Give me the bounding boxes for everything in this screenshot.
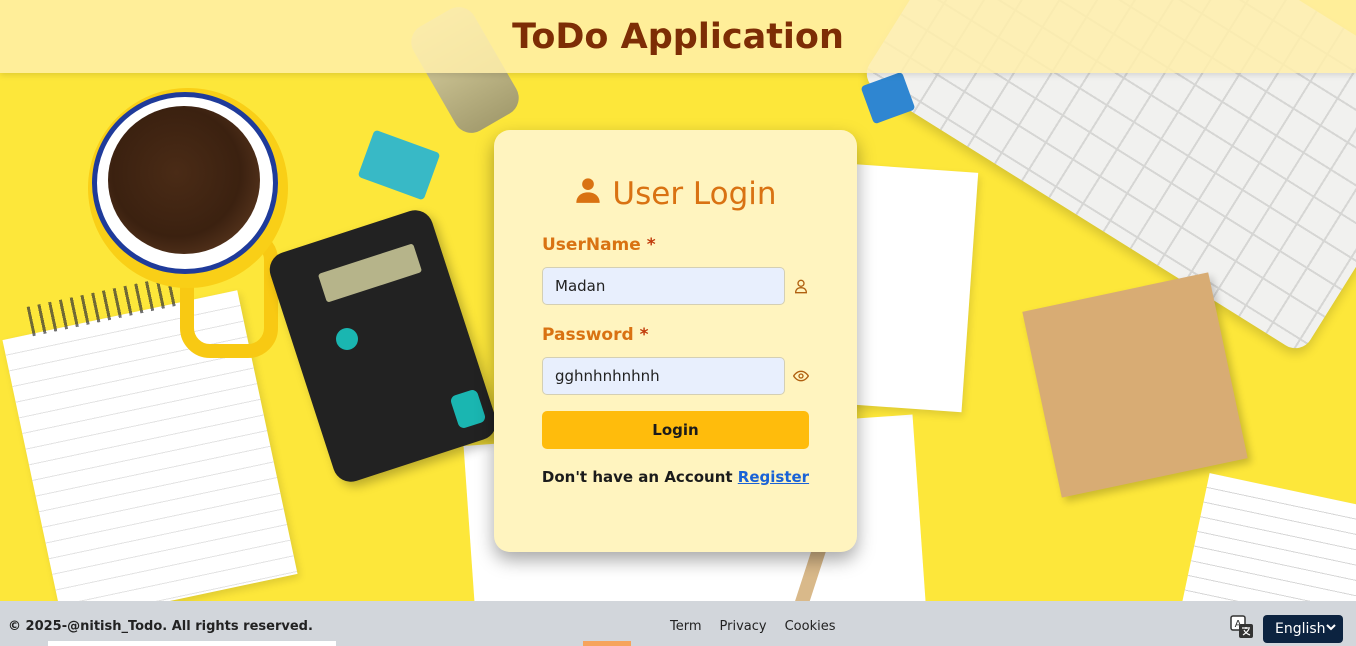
binder-clip-image <box>357 129 441 201</box>
calculator-on-key-image <box>336 328 358 350</box>
login-button[interactable]: Login <box>542 411 809 449</box>
language-select-value: English <box>1275 621 1326 637</box>
password-input[interactable] <box>542 357 785 395</box>
calculator-image <box>265 205 501 487</box>
footer-link-cookies[interactable]: Cookies <box>785 619 836 634</box>
required-mark: * <box>646 235 656 255</box>
user-outline-icon <box>792 277 810 295</box>
sticky-note-image <box>1022 272 1248 498</box>
translate-icon[interactable]: A <box>1230 615 1254 639</box>
coffee-image <box>108 106 260 254</box>
register-prompt-text: Don't have an Account <box>541 468 733 486</box>
copyright-text: © 2025-@nitish_Todo. All rights reserved… <box>8 619 313 634</box>
username-input[interactable] <box>542 267 785 305</box>
app-header: ToDo Application <box>0 0 1356 73</box>
register-link[interactable]: Register <box>738 468 809 486</box>
language-select[interactable]: English <box>1263 615 1343 643</box>
username-label-text: UserName <box>542 235 641 255</box>
eye-icon[interactable] <box>792 367 810 385</box>
login-title-text: User Login <box>612 176 777 212</box>
password-label: Password * <box>542 325 648 345</box>
footer-link-privacy[interactable]: Privacy <box>720 619 767 634</box>
password-label-text: Password <box>542 325 634 345</box>
required-mark: * <box>639 325 649 345</box>
taskbar-strip <box>48 641 336 646</box>
chevron-down-icon <box>1326 624 1336 631</box>
login-card: User Login UserName * Password * Login D… <box>494 130 857 552</box>
taskbar-strip <box>583 641 631 646</box>
footer-link-term[interactable]: Term <box>670 619 702 634</box>
username-label: UserName * <box>542 235 656 255</box>
app-title: ToDo Application <box>512 16 844 57</box>
page-footer: © 2025-@nitish_Todo. All rights reserved… <box>0 601 1356 646</box>
register-prompt: Don't have an Account Register <box>494 468 857 486</box>
user-icon <box>574 176 602 212</box>
login-title: User Login <box>494 176 857 212</box>
footer-links: Term Privacy Cookies <box>670 619 836 634</box>
